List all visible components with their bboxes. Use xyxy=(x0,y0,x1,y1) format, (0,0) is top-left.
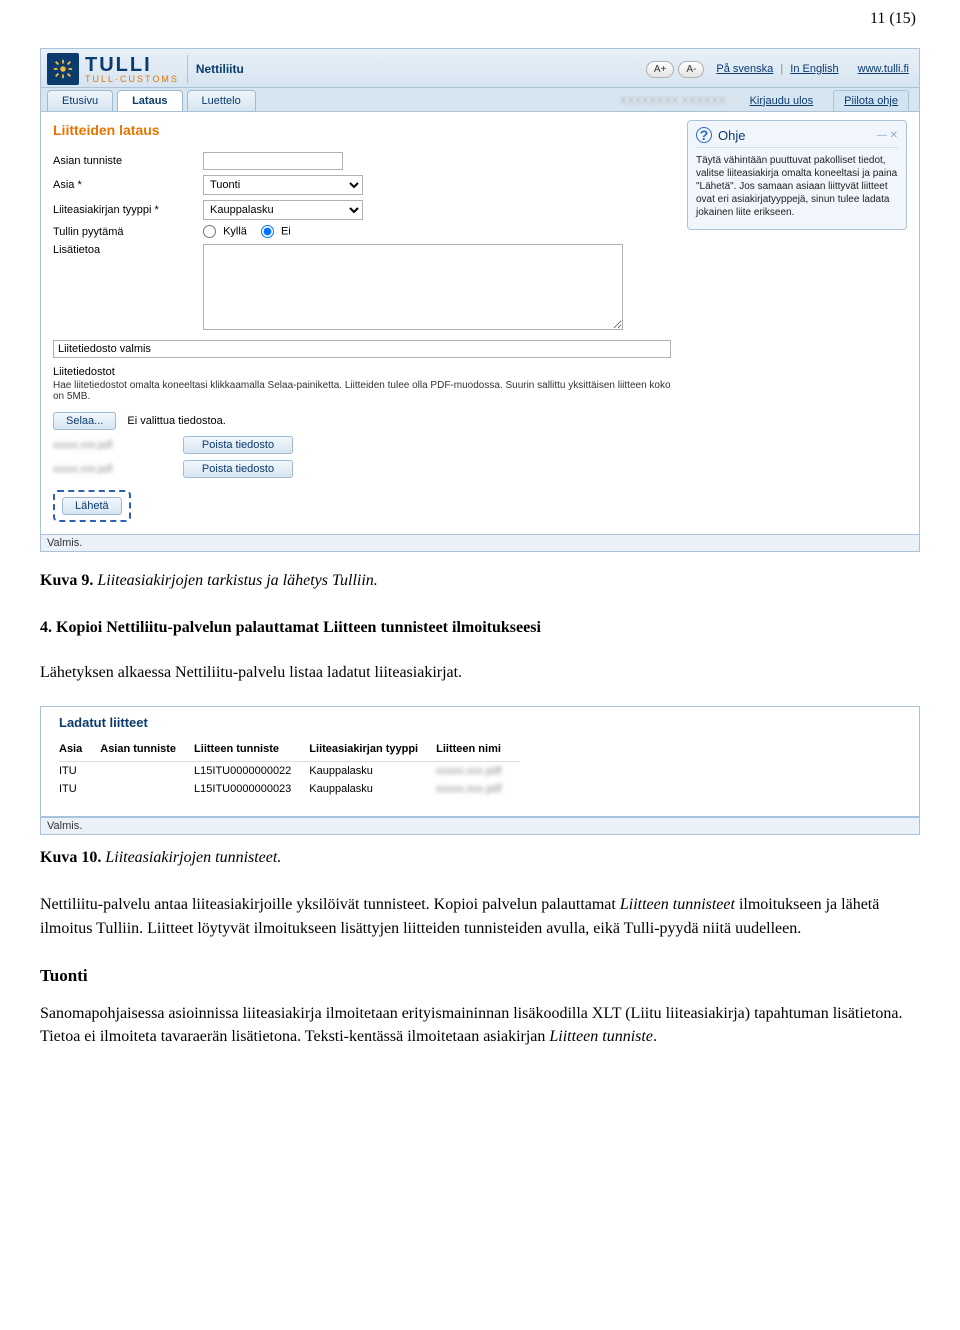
app-header: TULLI TULL·CUSTOMS Nettiliitu A+ A- På s… xyxy=(41,49,919,88)
radio-kylla[interactable]: Kyllä xyxy=(203,225,247,238)
col-asia: Asia xyxy=(59,740,100,762)
app-footer-status: Valmis. xyxy=(41,534,919,551)
tab-luettelo[interactable]: Luettelo xyxy=(187,90,256,111)
separator xyxy=(187,55,188,83)
col-asian-tunniste: Asian tunniste xyxy=(100,740,194,762)
brand-name: TULLI xyxy=(85,55,179,75)
file-row-1: xxxxx.xxx.pdf Poista tiedosto xyxy=(53,436,671,454)
step-4-title: 4. Kopioi Nettiliitu-palvelun palauttama… xyxy=(40,616,920,639)
asia-label: Asia * xyxy=(53,179,203,191)
liitetiedostot-heading: Liitetiedostot xyxy=(53,366,671,378)
paragraph-2: Sanomapohjaisessa asioinnissa liiteasiak… xyxy=(40,1002,920,1048)
brand-sub: TULL·CUSTOMS xyxy=(85,75,179,84)
browse-button[interactable]: Selaa... xyxy=(53,412,116,430)
help-panel: ? Ohje — ✕ Täytä vähintään puuttuvat pak… xyxy=(687,120,907,230)
app-name: Nettiliitu xyxy=(196,62,244,76)
user-name-blurred: XXXXXXXX XXXXXX xyxy=(620,95,726,107)
app-window-list: Ladatut liitteet Asia Asian tunniste Lii… xyxy=(40,706,920,835)
tyyppi-select[interactable]: Kauppalasku xyxy=(203,200,363,220)
pyytama-label: Tullin pyytämä xyxy=(53,226,203,238)
col-liitteen-tunniste: Liitteen tunniste xyxy=(194,740,309,762)
send-button[interactable]: Lähetä xyxy=(62,497,122,515)
figure-9-caption: Kuva 9. Liiteasiakirjojen tarkistus ja l… xyxy=(40,572,920,590)
step-4-body: Lähetyksen alkaessa Nettiliitu-palvelu l… xyxy=(40,661,920,684)
zoom-out-button[interactable]: A- xyxy=(678,61,704,78)
radio-ei[interactable]: Ei xyxy=(261,225,291,238)
paragraph-1: Nettiliitu-palvelu antaa liiteasiakirjoi… xyxy=(40,893,920,939)
hide-help-button[interactable]: Piilota ohje xyxy=(833,90,909,111)
help-title: Ohje xyxy=(718,128,745,143)
file-name-blurred: xxxxx.xxx.pdf xyxy=(53,440,173,451)
app-footer-status: Valmis. xyxy=(41,817,919,834)
send-highlight: Lähetä xyxy=(53,490,131,522)
help-icon: ? xyxy=(696,127,712,143)
remove-file-button[interactable]: Poista tiedosto xyxy=(183,460,293,478)
sun-icon xyxy=(52,58,74,80)
file-row-2: xxxxx.xxx.pdf Poista tiedosto xyxy=(53,460,671,478)
logo-mark xyxy=(47,53,79,85)
tab-bar: Etusivu Lataus Luettelo XXXXXXXX XXXXXX … xyxy=(41,88,919,111)
col-tyyppi: Liiteasiakirjan tyyppi xyxy=(309,740,436,762)
lisatietoa-textarea[interactable] xyxy=(203,244,623,330)
figure-10-caption: Kuva 10. Liiteasiakirjojen tunnisteet. xyxy=(40,849,920,867)
asian-tunniste-label: Asian tunniste xyxy=(53,155,203,167)
tab-lataus[interactable]: Lataus xyxy=(117,90,182,111)
table-row: ITU L15ITU0000000023 Kauppalasku xxxxx.x… xyxy=(59,780,520,798)
help-body: Täytä vähintään puuttuvat pakolliset tie… xyxy=(696,154,898,219)
table-row: ITU L15ITU0000000022 Kauppalasku xxxxx.x… xyxy=(59,762,520,781)
list-title: Ladatut liitteet xyxy=(59,715,901,730)
lisatietoa-label: Lisätietoa xyxy=(53,244,203,256)
page-number: 11 (15) xyxy=(40,0,920,48)
attachments-table: Asia Asian tunniste Liitteen tunniste Li… xyxy=(59,740,520,798)
logo: TULLI TULL·CUSTOMS xyxy=(47,53,179,85)
help-window-controls[interactable]: — ✕ xyxy=(877,130,898,141)
app-window-upload: TULLI TULL·CUSTOMS Nettiliitu A+ A- På s… xyxy=(40,48,920,552)
asia-select[interactable]: Tuonti xyxy=(203,175,363,195)
remove-file-button[interactable]: Poista tiedosto xyxy=(183,436,293,454)
no-file-text: Ei valittua tiedostoa. xyxy=(127,415,225,427)
lang-english-link[interactable]: In English xyxy=(790,63,838,75)
form-title: Liitteiden lataus xyxy=(53,122,671,138)
zoom-in-button[interactable]: A+ xyxy=(646,61,675,78)
lang-svenska-link[interactable]: På svenska xyxy=(716,63,773,75)
asian-tunniste-input[interactable] xyxy=(203,152,343,170)
upload-form: Liitteiden lataus Asian tunniste Asia * … xyxy=(53,120,671,522)
site-link[interactable]: www.tulli.fi xyxy=(858,63,909,75)
col-nimi: Liitteen nimi xyxy=(436,740,519,762)
heading-tuonti: Tuonti xyxy=(40,966,920,986)
liitetiedostot-desc: Hae liitetiedostot omalta koneeltasi kli… xyxy=(53,380,671,402)
upload-status: Liitetiedosto valmis xyxy=(53,340,671,358)
file-name-blurred: xxxxx.xxx.pdf xyxy=(53,464,173,475)
logout-link[interactable]: Kirjaudu ulos xyxy=(750,95,814,107)
tab-etusivu[interactable]: Etusivu xyxy=(47,90,113,111)
tyyppi-label: Liiteasiakirjan tyyppi * xyxy=(53,204,203,216)
